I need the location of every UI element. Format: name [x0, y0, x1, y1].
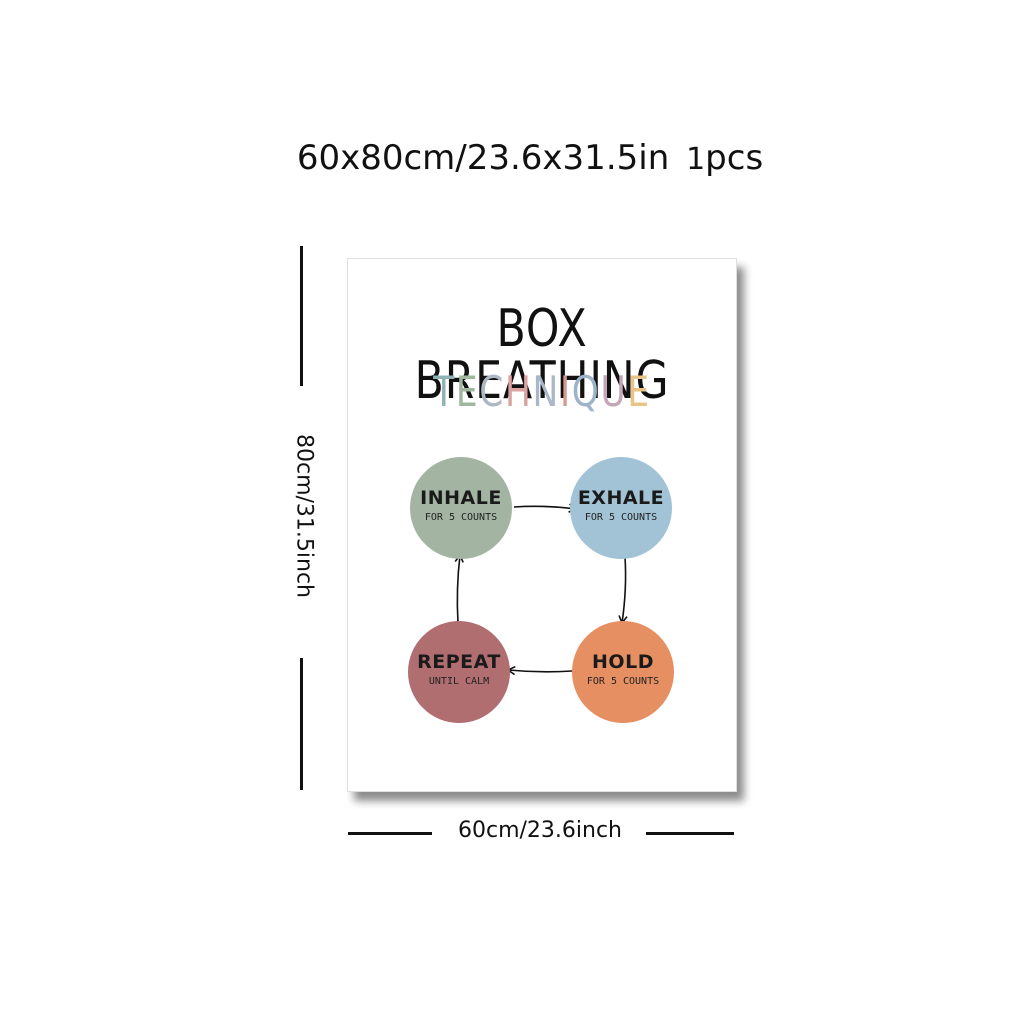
step-repeat: REPEAT UNTIL CALM: [408, 621, 510, 723]
arrow-exhale-to-hold: [618, 556, 628, 625]
arrow-inhale-to-exhale: [513, 503, 578, 513]
step-title: INHALE: [420, 487, 502, 509]
step-text: FOR 5 COUNTS: [586, 676, 660, 687]
size-headline: 60x80cm/23.6x31.5in 1pcs: [0, 138, 1024, 178]
step-title: HOLD: [592, 651, 654, 673]
arrow-hold-to-repeat: [506, 665, 573, 676]
height-label: 80cm/31.5inch: [291, 433, 317, 599]
width-label: 60cm/23.6inch: [457, 818, 622, 843]
arrow-repeat-to-inhale: [454, 553, 464, 624]
step-text: UNTIL CALM: [428, 676, 490, 687]
product-image: 60x80cm/23.6x31.5in 1pcs 80cm/31.5inch 6…: [0, 0, 1024, 1024]
step-hold: HOLD FOR 5 COUNTS: [572, 621, 674, 723]
step-exhale: EXHALE FOR 5 COUNTS: [570, 457, 672, 559]
poster: BOX BREATHING TECHNIQUE INHALE FOR 5 COU…: [347, 258, 737, 792]
step-text: FOR 5 COUNTS: [584, 512, 658, 523]
piece-unit: pcs: [705, 138, 764, 178]
cycle-arrows: [454, 503, 628, 676]
step-title: EXHALE: [577, 487, 665, 509]
height-dimension-line-bottom: [300, 658, 303, 790]
piece-count: 1: [686, 142, 706, 177]
step-inhale: INHALE FOR 5 COUNTS: [410, 457, 512, 559]
size-text: 60x80cm/23.6x31.5in: [296, 138, 670, 178]
step-title: REPEAT: [417, 651, 501, 673]
step-text: FOR 5 COUNTS: [424, 512, 498, 523]
height-dimension-line-top: [300, 246, 303, 386]
